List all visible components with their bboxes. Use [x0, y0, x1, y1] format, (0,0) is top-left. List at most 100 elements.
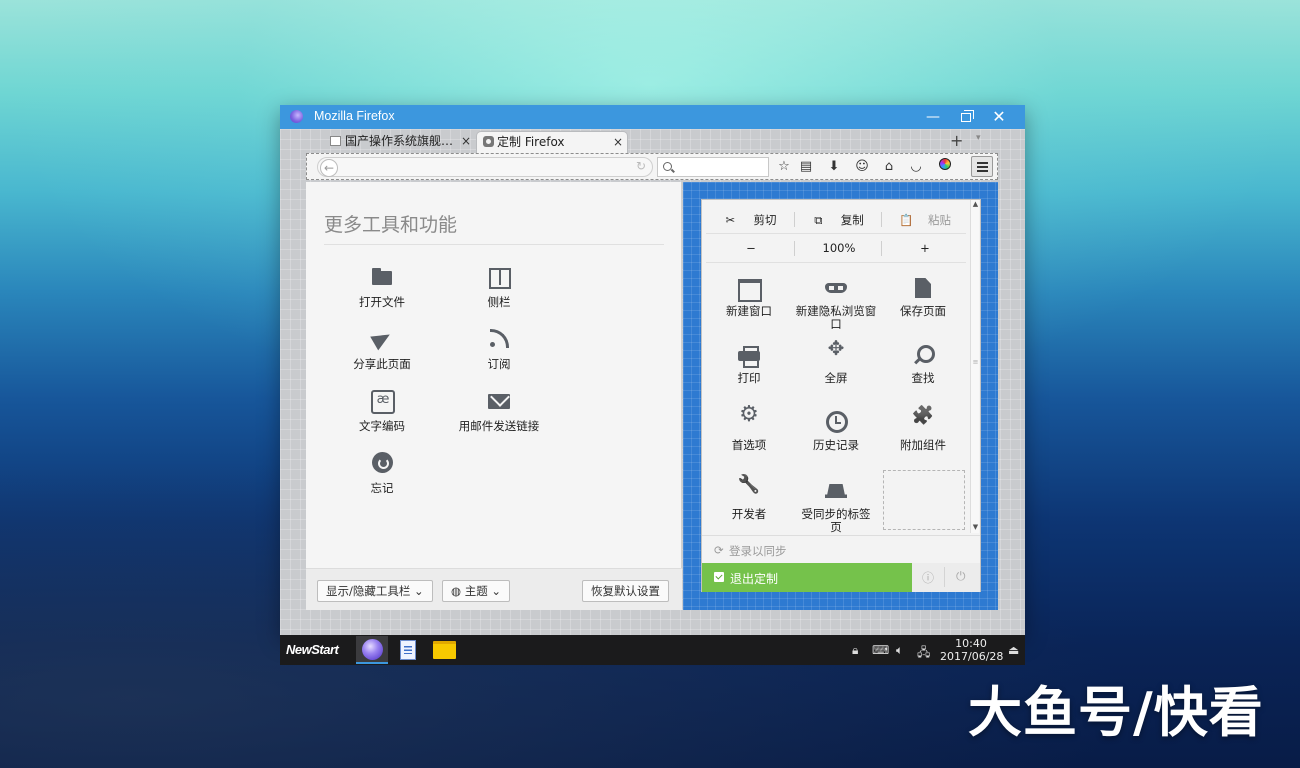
toolbars-toggle-button[interactable]: 显示/隐藏工具栏 ⌄ [317, 580, 433, 602]
checkbox-icon [714, 572, 724, 582]
palette-item-subscribe[interactable]: 订阅 [434, 328, 564, 372]
exit-customize-button[interactable]: 退出定制 [702, 563, 912, 592]
menu-item-label: 保存页面 [900, 304, 946, 318]
menu-item-developer[interactable]: 开发者 [706, 480, 792, 521]
sync-signin-button[interactable]: ⟳ 登录以同步 [702, 535, 980, 563]
menu-item-synced-tabs[interactable]: 受同步的标签页 [796, 480, 876, 534]
taskbar-document-viewer[interactable] [392, 636, 424, 664]
tab-news[interactable]: 国产操作系统旗舰… × [325, 131, 475, 153]
paste-icon: 📋 [899, 213, 914, 227]
menu-item-history[interactable]: 历史记录 [793, 411, 879, 452]
scroll-down-arrow-icon[interactable]: ▼ [971, 523, 980, 531]
home-icon[interactable]: ⌂ [880, 158, 898, 176]
quit-power-icon[interactable]: ⏻ [956, 569, 966, 584]
cut-button[interactable]: ✂ 剪切 [710, 212, 792, 228]
zoom-out-button[interactable]: − [710, 241, 792, 255]
firefox-icon [362, 639, 383, 660]
volume-icon[interactable]: 🔈︎ [896, 643, 903, 658]
taskbar-firefox[interactable] [356, 636, 388, 664]
show-desktop-icon[interactable]: ⏏ [1008, 643, 1019, 657]
menu-item-new-window[interactable]: 新建窗口 [706, 277, 792, 318]
help-button[interactable]: ⓘ [922, 569, 934, 586]
window-titlebar[interactable]: Mozilla Firefox — ✕ [280, 105, 1025, 129]
menu-item-find[interactable]: 查找 [880, 344, 966, 385]
palette-item-share[interactable]: 分享此页面 [317, 328, 447, 372]
watermark: 大鱼号/快看 [968, 681, 1264, 744]
start-menu-button[interactable]: NewStart [286, 642, 339, 657]
network-icon[interactable]: 🖧 [917, 643, 930, 664]
find-icon [911, 344, 935, 366]
palette-item-label: 侧栏 [487, 295, 511, 309]
system-clock[interactable]: 10:40 2017/06/28 [940, 637, 1004, 663]
tab-label: 国产操作系统旗舰… [345, 134, 454, 148]
palette-item-sidebar[interactable]: 侧栏 [434, 266, 564, 310]
exit-customize-label: 退出定制 [730, 572, 779, 586]
url-bar[interactable]: ← ↻ [317, 157, 653, 177]
lock-icon[interactable]: 🔒︎ [852, 643, 858, 658]
divider [324, 244, 664, 245]
zoom-reset-button[interactable]: 100% [798, 241, 880, 255]
palette-item-email-link[interactable]: 用邮件发送链接 [434, 390, 564, 434]
back-button[interactable]: ← [320, 159, 338, 177]
menu-panel: ✂ 剪切 ⧉ 复制 📋 粘贴 − 100% + 新建窗口 新建隐私浏览窗口 保存… [701, 199, 981, 592]
tab-customize[interactable]: 定制 Firefox × [476, 131, 628, 153]
menu-item-label: 首选项 [731, 438, 767, 452]
taskbar: NewStart 🔒︎ ⌨ 🔈︎ 🖧 10:40 2017/06/28 ⏏ [280, 635, 1025, 665]
sync-icon: ⟳ [714, 543, 724, 557]
menu-item-label: 历史记录 [813, 438, 859, 452]
keyboard-icon[interactable]: ⌨ [872, 643, 889, 657]
share-icon [370, 328, 394, 350]
reading-list-icon[interactable]: ▤ [797, 158, 815, 176]
new-tab-button[interactable]: + [950, 131, 963, 150]
palette-item-open-file[interactable]: 打开文件 [317, 266, 447, 310]
tab-list-button[interactable]: ▾ [976, 133, 981, 143]
menu-item-save-page[interactable]: 保存页面 [880, 277, 966, 318]
menu-item-fullscreen[interactable]: 全屏 [793, 342, 879, 385]
panel-scrollbar[interactable]: ▲ ≡ ▼ [970, 200, 979, 533]
menu-item-label: 附加组件 [900, 438, 946, 452]
close-window-button[interactable]: ✕ [988, 107, 1010, 127]
minimize-button[interactable]: — [922, 107, 944, 127]
gear-icon [737, 408, 761, 433]
menu-item-print[interactable]: 打印 [706, 344, 792, 385]
themes-label: 主题 [464, 584, 488, 598]
copy-button[interactable]: ⧉ 复制 [798, 212, 880, 228]
tab-close-button[interactable]: × [461, 131, 471, 151]
folder-icon [433, 641, 456, 659]
customize-favicon-icon [483, 136, 494, 147]
window-icon [737, 277, 762, 302]
reload-button[interactable]: ↻ [636, 159, 646, 173]
maximize-button[interactable] [955, 107, 977, 127]
restore-defaults-button[interactable]: 恢复默认设置 [582, 580, 669, 602]
menu-item-label: 查找 [911, 371, 935, 385]
bookmark-star-icon[interactable]: ☆ [775, 158, 793, 176]
menu-item-addons[interactable]: 附加组件 [880, 411, 966, 452]
color-icon[interactable] [936, 158, 954, 176]
tab-close-button[interactable]: × [613, 132, 623, 152]
menu-item-label: 开发者 [731, 507, 767, 521]
scroll-up-arrow-icon[interactable]: ▲ [971, 200, 980, 208]
menu-item-private-window[interactable]: 新建隐私浏览窗口 [793, 277, 879, 331]
mail-icon [487, 390, 511, 412]
menu-item-preferences[interactable]: 首选项 [706, 408, 792, 452]
palette-item-forget[interactable]: 忘记 [317, 452, 447, 496]
empty-drop-slot[interactable] [883, 470, 965, 530]
download-icon[interactable]: ⬇ [825, 158, 843, 176]
paste-button[interactable]: 📋 粘贴 [884, 212, 966, 228]
maximize-icon [961, 110, 974, 122]
zoom-in-button[interactable]: + [884, 241, 966, 255]
search-input[interactable] [657, 157, 769, 177]
pocket-icon[interactable]: ◡ [907, 158, 925, 176]
scroll-grip-icon[interactable]: ≡ [971, 358, 980, 366]
themes-button[interactable]: ◍ 主题 ⌄ [442, 580, 510, 602]
clock-date: 2017/06/28 [940, 650, 1004, 663]
save-page-icon [911, 277, 935, 299]
taskbar-file-manager[interactable] [428, 636, 460, 664]
firefox-logo-icon [290, 110, 303, 123]
emoji-icon[interactable]: ☺ [853, 158, 871, 176]
menu-button[interactable] [971, 156, 993, 177]
wrench-icon [737, 480, 761, 502]
palette-item-label: 订阅 [487, 357, 511, 371]
rss-icon [487, 328, 511, 350]
palette-item-encoding[interactable]: 文字编码 [317, 390, 447, 434]
